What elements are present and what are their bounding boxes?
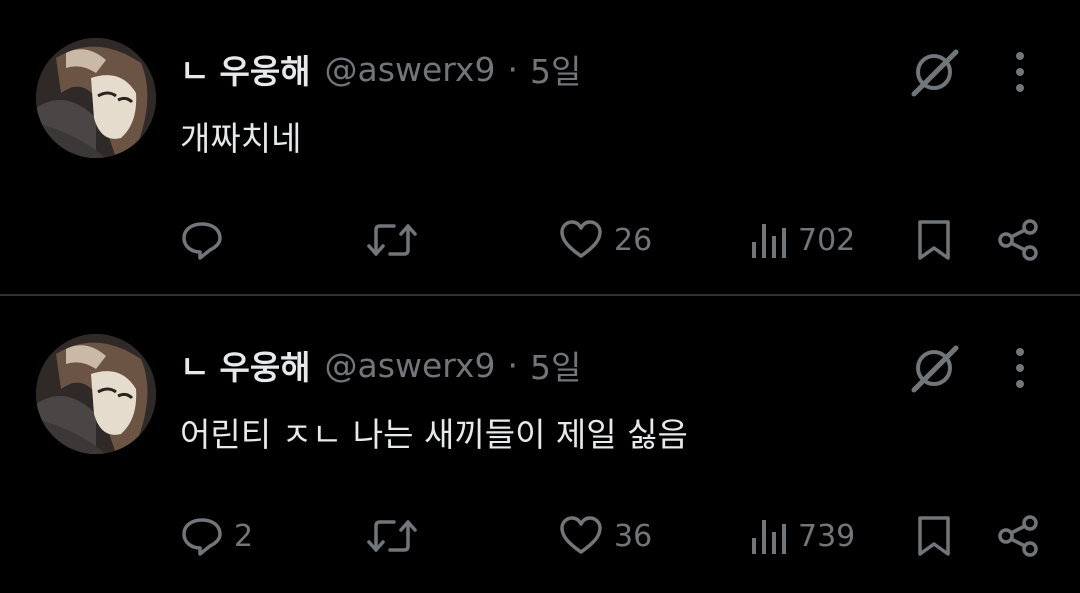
bookmark-button[interactable] [912, 214, 956, 266]
avatar[interactable] [36, 38, 156, 158]
retweet-icon [367, 224, 417, 256]
view-count: 702 [798, 222, 856, 258]
more-icon[interactable] [1000, 48, 1040, 96]
tweet[interactable]: ㄴ 우웅해 @aswerx9 · 5일 개짜치네 26 702 [0, 0, 1080, 296]
like-icon [560, 220, 602, 258]
reply-indicator: ㄴ [180, 348, 210, 386]
bookmark-icon [918, 220, 950, 260]
display-name[interactable]: 우웅해 [219, 341, 310, 389]
tweet-text: 어린티 ㅈㄴ 나는 새끼들이 제일 싫음 [180, 415, 688, 454]
retweet-button[interactable] [366, 214, 428, 266]
reply-button[interactable]: 2 [180, 510, 253, 562]
share-button[interactable] [996, 510, 1040, 562]
bookmark-icon [918, 516, 950, 556]
like-button[interactable]: 26 [558, 214, 652, 266]
share-icon [998, 515, 1038, 557]
timestamp[interactable]: 5일 [530, 45, 581, 93]
views-icon [752, 224, 786, 258]
timestamp[interactable]: 5일 [530, 341, 581, 389]
like-count: 26 [614, 222, 653, 258]
tweet[interactable]: ㄴ 우웅해 @aswerx9 · 5일 어린티 ㅈㄴ 나는 새끼들이 제일 싫음… [0, 296, 1080, 592]
like-icon [560, 516, 602, 554]
reply-indicator: ㄴ [180, 52, 210, 90]
separator-dot: · [507, 345, 518, 385]
view-count: 739 [798, 518, 856, 554]
user-handle[interactable]: @aswerx9 [325, 50, 496, 89]
display-name[interactable]: 우웅해 [219, 45, 310, 93]
retweet-button[interactable] [366, 510, 428, 562]
reply-count: 2 [234, 518, 254, 554]
like-count: 36 [614, 518, 653, 554]
bookmark-button[interactable] [912, 510, 956, 562]
grok-icon[interactable] [906, 44, 962, 100]
reply-icon [182, 222, 222, 260]
reply-icon [182, 518, 222, 556]
more-icon[interactable] [1000, 344, 1040, 392]
retweet-icon [367, 520, 417, 552]
views-icon [752, 520, 786, 554]
like-button[interactable]: 36 [558, 510, 652, 562]
views-button[interactable]: 702 [748, 214, 855, 266]
separator-dot: · [507, 49, 518, 89]
tweet-text: 개짜치네 [180, 119, 302, 158]
user-handle[interactable]: @aswerx9 [325, 346, 496, 385]
views-button[interactable]: 739 [748, 510, 855, 562]
grok-icon[interactable] [906, 340, 962, 396]
reply-button[interactable] [180, 214, 234, 266]
share-icon [998, 219, 1038, 261]
avatar[interactable] [36, 334, 156, 454]
share-button[interactable] [996, 214, 1040, 266]
